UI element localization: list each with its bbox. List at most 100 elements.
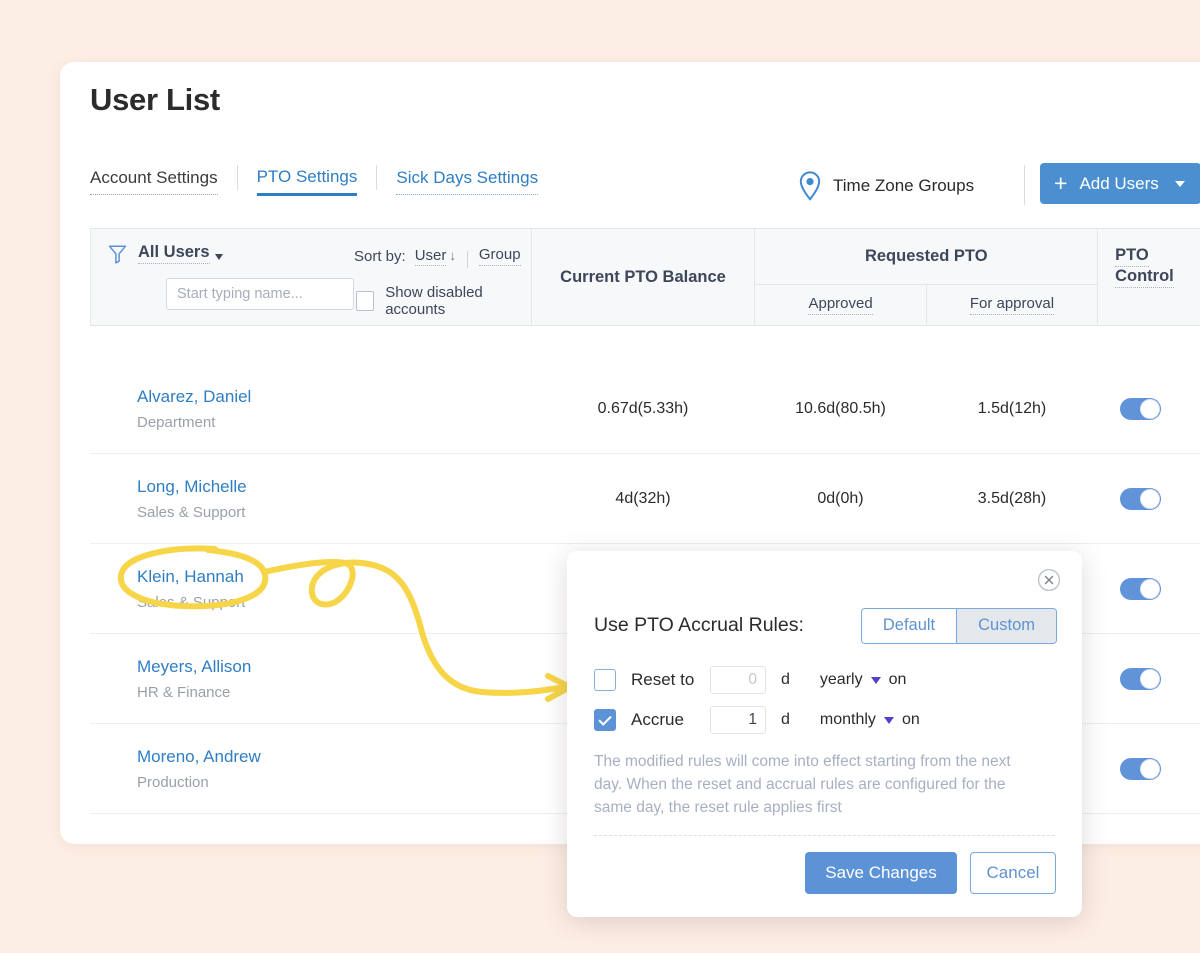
- reset-to-checkbox[interactable]: [594, 669, 616, 691]
- toggle-knob: [1140, 758, 1160, 779]
- accrue-days-input[interactable]: [710, 706, 766, 734]
- column-approved[interactable]: Approved: [755, 285, 927, 325]
- user-department: Sales & Support: [137, 504, 246, 522]
- toggle-knob: [1140, 398, 1160, 419]
- accrue-rule-row: Accrue d monthly on: [594, 706, 920, 734]
- sort-by-user[interactable]: User ↓: [414, 246, 456, 266]
- all-users-label: All Users: [138, 243, 210, 264]
- chevron-down-icon: [870, 676, 881, 684]
- tab-sick-days-settings[interactable]: Sick Days Settings: [396, 168, 539, 196]
- user-name-link[interactable]: Long, Michelle: [137, 476, 531, 499]
- tab-pto-settings[interactable]: PTO Settings: [256, 167, 358, 197]
- sort-descending-icon: ↓: [449, 247, 456, 263]
- reset-period-dropdown[interactable]: yearly on: [820, 671, 906, 689]
- column-header-label: Approved: [808, 295, 873, 315]
- sort-divider: [466, 250, 468, 268]
- column-header-label: Requested PTO: [864, 247, 988, 265]
- close-icon[interactable]: [1037, 568, 1061, 592]
- save-changes-button[interactable]: Save Changes: [805, 852, 957, 894]
- user-name-link[interactable]: Meyers, Allison: [137, 656, 531, 679]
- pto-control-cell: [1098, 577, 1200, 600]
- search-input[interactable]: [177, 286, 364, 302]
- sort-by-group-link[interactable]: Group: [478, 246, 521, 266]
- reset-on-label: on: [888, 671, 907, 688]
- for-approval-pto-value: 3.5d(28h): [977, 489, 1047, 507]
- column-header-line1: PTO: [1115, 246, 1200, 267]
- accrue-label: Accrue: [631, 710, 684, 729]
- user-department: Production: [137, 774, 209, 792]
- reset-period-value: yearly: [819, 671, 863, 688]
- column-header-line2: Control: [1115, 267, 1200, 288]
- pto-control-toggle[interactable]: [1120, 757, 1161, 780]
- add-users-button[interactable]: + Add Users: [1040, 163, 1200, 204]
- column-current-pto-balance: Current PTO Balance: [532, 229, 756, 325]
- user-name-link[interactable]: Klein, Hannah: [137, 566, 531, 589]
- table-header: All Users Sort by: User ↓ Group: [90, 228, 1200, 326]
- column-for-approval[interactable]: For approval: [927, 285, 1097, 325]
- tab-account-settings[interactable]: Account Settings: [90, 168, 218, 196]
- reset-to-label: Reset to: [631, 670, 695, 689]
- reset-to-days-input[interactable]: [710, 666, 766, 694]
- column-requested-pto: Requested PTO Approved For approval: [755, 229, 1099, 325]
- accrue-period-dropdown[interactable]: monthly on: [820, 711, 920, 729]
- segment-custom[interactable]: Custom: [956, 609, 1056, 643]
- pto-accrual-rules-dialog: Use PTO Accrual Rules: Default Custom Re…: [567, 551, 1082, 917]
- column-header-label: For approval: [969, 295, 1055, 315]
- pto-control-toggle[interactable]: [1120, 667, 1161, 690]
- chevron-down-icon: [1174, 180, 1185, 187]
- approved-pto-value: 10.6d(80.5h): [795, 399, 886, 417]
- segment-default[interactable]: Default: [861, 609, 957, 643]
- add-users-label: Add Users: [1079, 173, 1159, 193]
- accrual-mode-segmented-control: Default Custom: [860, 608, 1057, 644]
- pto-control-toggle[interactable]: [1120, 397, 1161, 420]
- requested-pto-subcolumns: Approved For approval: [755, 285, 1097, 325]
- filter-toolbar: All Users Sort by: User ↓ Group: [91, 229, 532, 325]
- tab-divider: [376, 165, 378, 191]
- for-approval-pto-value: 1.5d(12h): [977, 399, 1047, 417]
- checkbox-box[interactable]: [356, 291, 375, 311]
- user-cell: Alvarez, Daniel Department: [90, 386, 531, 432]
- tab-divider: [236, 165, 238, 191]
- current-pto-balance-value: 4d(32h): [615, 489, 671, 507]
- all-users-filter[interactable]: All Users: [108, 243, 223, 264]
- chevron-down-icon: [214, 253, 223, 260]
- user-name-link[interactable]: Alvarez, Daniel: [137, 386, 531, 409]
- reset-unit-label: d: [781, 671, 790, 688]
- requested-pto-title: Requested PTO: [755, 229, 1098, 285]
- table-row: Long, Michelle Sales & Support 4d(32h) 0…: [90, 454, 1200, 544]
- user-name-link[interactable]: Moreno, Andrew: [137, 746, 531, 769]
- sort-by-group: Sort by: User ↓ Group: [354, 246, 521, 268]
- column-header-label: Current PTO Balance: [560, 267, 726, 286]
- reset-rule-row: Reset to d yearly on: [594, 666, 906, 694]
- time-zone-groups-button[interactable]: Time Zone Groups: [798, 171, 974, 201]
- header-divider: [1024, 165, 1025, 205]
- dialog-separator: [594, 835, 1055, 836]
- current-pto-balance-value: 0.67d(5.33h): [597, 399, 689, 417]
- settings-tabs: Account Settings PTO Settings Sick Days …: [90, 165, 539, 197]
- accrue-checkbox[interactable]: [594, 709, 616, 731]
- user-cell: Moreno, Andrew Production: [90, 746, 531, 792]
- pto-control-toggle[interactable]: [1120, 487, 1161, 510]
- table-row: Alvarez, Daniel Department 0.67d(5.33h) …: [90, 364, 1200, 454]
- sort-by-label: Sort by:: [354, 247, 406, 265]
- search-box[interactable]: [166, 278, 364, 310]
- pto-control-toggle[interactable]: [1120, 577, 1161, 600]
- dialog-note: The modified rules will come into effect…: [594, 753, 1011, 816]
- show-disabled-accounts-label: Show disabled accounts: [385, 284, 483, 318]
- cancel-button[interactable]: Cancel: [970, 852, 1056, 894]
- accrue-on-label: on: [901, 711, 920, 728]
- user-cell: Meyers, Allison HR & Finance: [90, 656, 531, 702]
- approved-pto-value: 0d(0h): [817, 489, 864, 507]
- sort-user-label: User: [414, 246, 447, 266]
- plus-icon: +: [1054, 170, 1068, 196]
- accrue-period-value: monthly: [819, 711, 876, 728]
- show-disabled-accounts-checkbox[interactable]: Show disabled accounts: [356, 284, 531, 318]
- time-zone-groups-label: Time Zone Groups: [833, 176, 975, 195]
- toggle-knob: [1140, 578, 1160, 599]
- location-pin-icon: [799, 171, 821, 201]
- user-department: HR & Finance: [137, 684, 231, 702]
- dialog-title-row: Use PTO Accrual Rules: Default Custom: [594, 608, 1057, 644]
- pto-control-cell: [1098, 487, 1200, 510]
- pto-control-cell: [1098, 667, 1200, 690]
- pto-control-cell: [1098, 757, 1200, 780]
